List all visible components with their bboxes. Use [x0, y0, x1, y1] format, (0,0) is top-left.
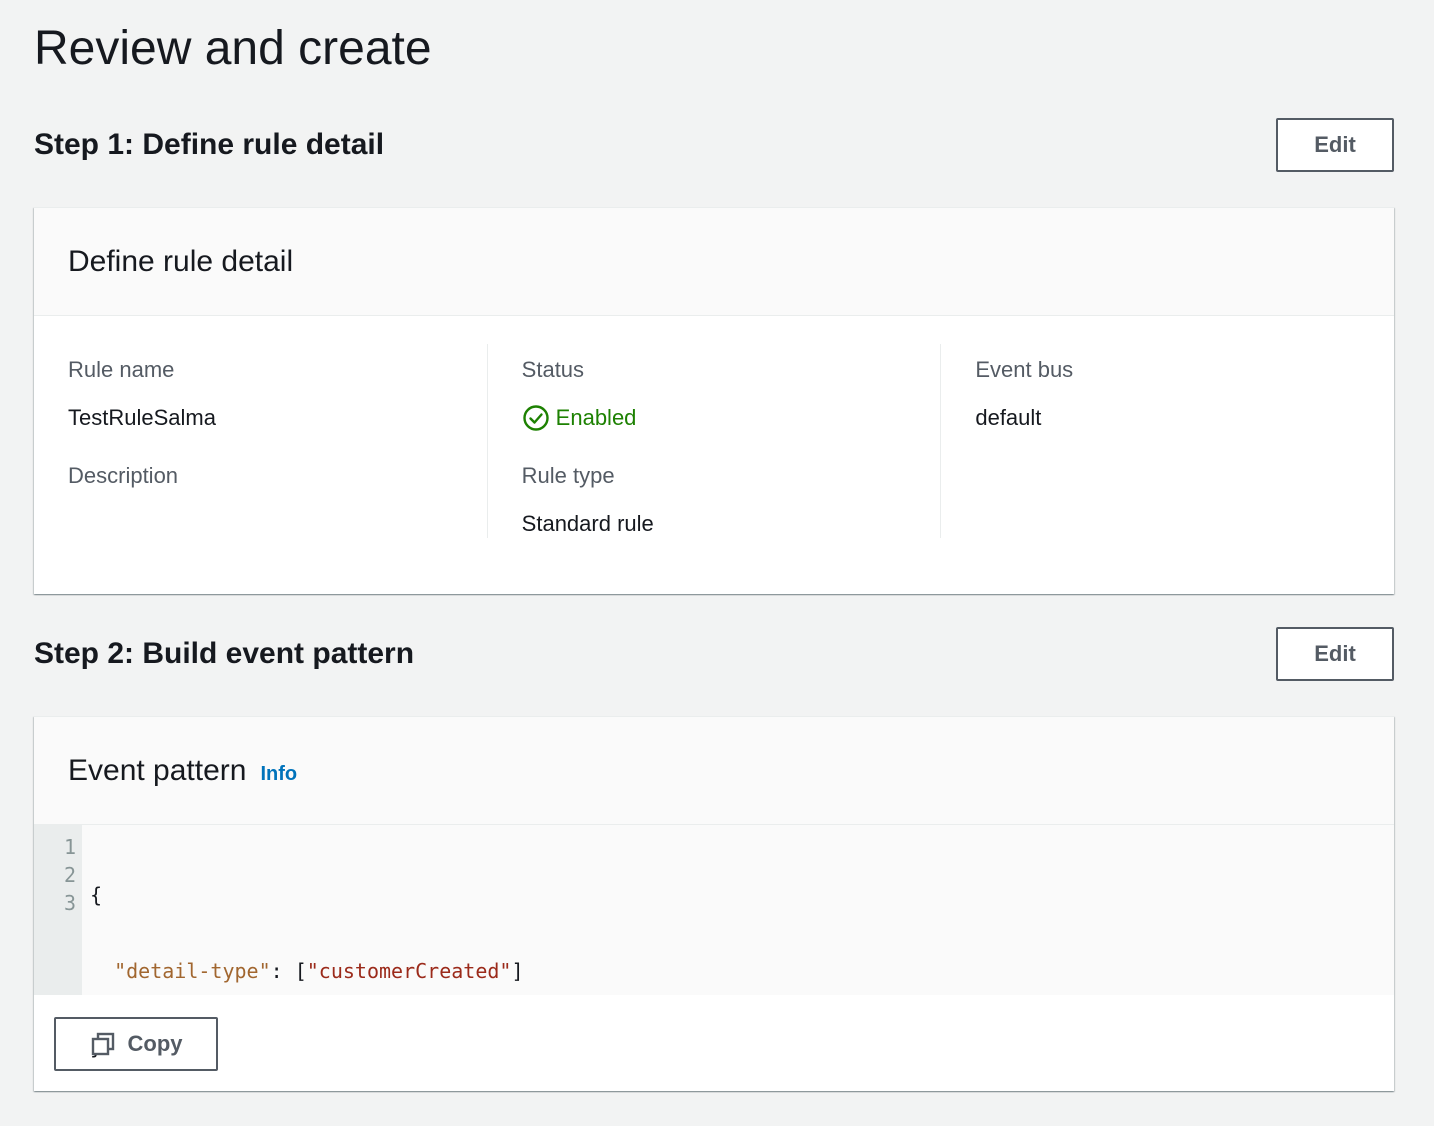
rule-detail-card-header: Define rule detail [34, 208, 1394, 316]
event-bus-item: Event bus default [975, 356, 1374, 432]
rule-detail-col-2: Status Enabled Rule type Standard rule [486, 344, 941, 538]
rule-name-label: Rule name [68, 357, 175, 382]
check-circle-icon [522, 404, 550, 432]
description-item: Description [68, 462, 467, 490]
step2-edit-button[interactable]: Edit [1276, 627, 1394, 681]
code-viewer: 1 2 3 { "detail-type": ["customerCreated… [34, 825, 1394, 1059]
status-text: Enabled [555, 405, 637, 430]
line-number: 1 [63, 835, 76, 859]
step1-edit-button[interactable]: Edit [1276, 118, 1394, 172]
code-key: "detail-type" [114, 959, 271, 983]
code-line: { [90, 881, 524, 909]
step1-header: Step 1: Define rule detail Edit [34, 118, 1394, 172]
event-pattern-card-header: Event pattern Info [34, 717, 1394, 825]
rule-type-value: Standard rule [521, 511, 654, 536]
code-content: { "detail-type": ["customerCreated"] } [82, 825, 524, 1059]
code-separator: : [ [270, 959, 307, 983]
code-brace-open: { [90, 883, 103, 907]
status-label: Status [521, 357, 585, 382]
code-bracket-close: ] [511, 959, 524, 983]
line-number: 3 [63, 891, 76, 915]
info-link[interactable]: Info [260, 763, 297, 786]
rule-name-item: Rule name TestRuleSalma [68, 356, 467, 432]
step2-header: Step 2: Build event pattern Edit [34, 627, 1394, 681]
rule-type-item: Rule type Standard rule [522, 462, 921, 538]
code-line: "detail-type": ["customerCreated"] [90, 957, 524, 985]
code-string: "customerCreated" [306, 959, 512, 983]
copy-icon [90, 1031, 116, 1057]
rule-detail-grid: Rule name TestRuleSalma Description Stat… [34, 316, 1394, 572]
rule-name-value: TestRuleSalma [68, 405, 216, 430]
step1-title: Step 1: Define rule detail [34, 128, 385, 161]
status-item: Status Enabled [522, 356, 921, 432]
page-title: Review and create [34, 22, 432, 75]
rule-detail-col-1: Rule name TestRuleSalma Description [34, 344, 487, 538]
event-pattern-card: Event pattern Info 1 2 3 { "detail-type"… [34, 716, 1394, 1091]
event-bus-label: Event bus [975, 357, 1074, 382]
event-bus-value: default [975, 405, 1042, 430]
status-value: Enabled [522, 404, 921, 432]
rule-detail-card: Define rule detail Rule name TestRuleSal… [34, 207, 1394, 594]
rule-detail-card-title: Define rule detail [68, 244, 294, 278]
rule-detail-col-3: Event bus default [940, 344, 1394, 538]
event-pattern-card-title: Event pattern [68, 753, 247, 787]
line-number-gutter: 1 2 3 [34, 825, 82, 995]
copy-label: Copy [127, 1031, 183, 1056]
rule-type-label: Rule type [521, 463, 615, 488]
line-number: 2 [63, 863, 76, 887]
step2-title: Step 2: Build event pattern [34, 637, 415, 670]
description-label: Description [68, 463, 179, 488]
